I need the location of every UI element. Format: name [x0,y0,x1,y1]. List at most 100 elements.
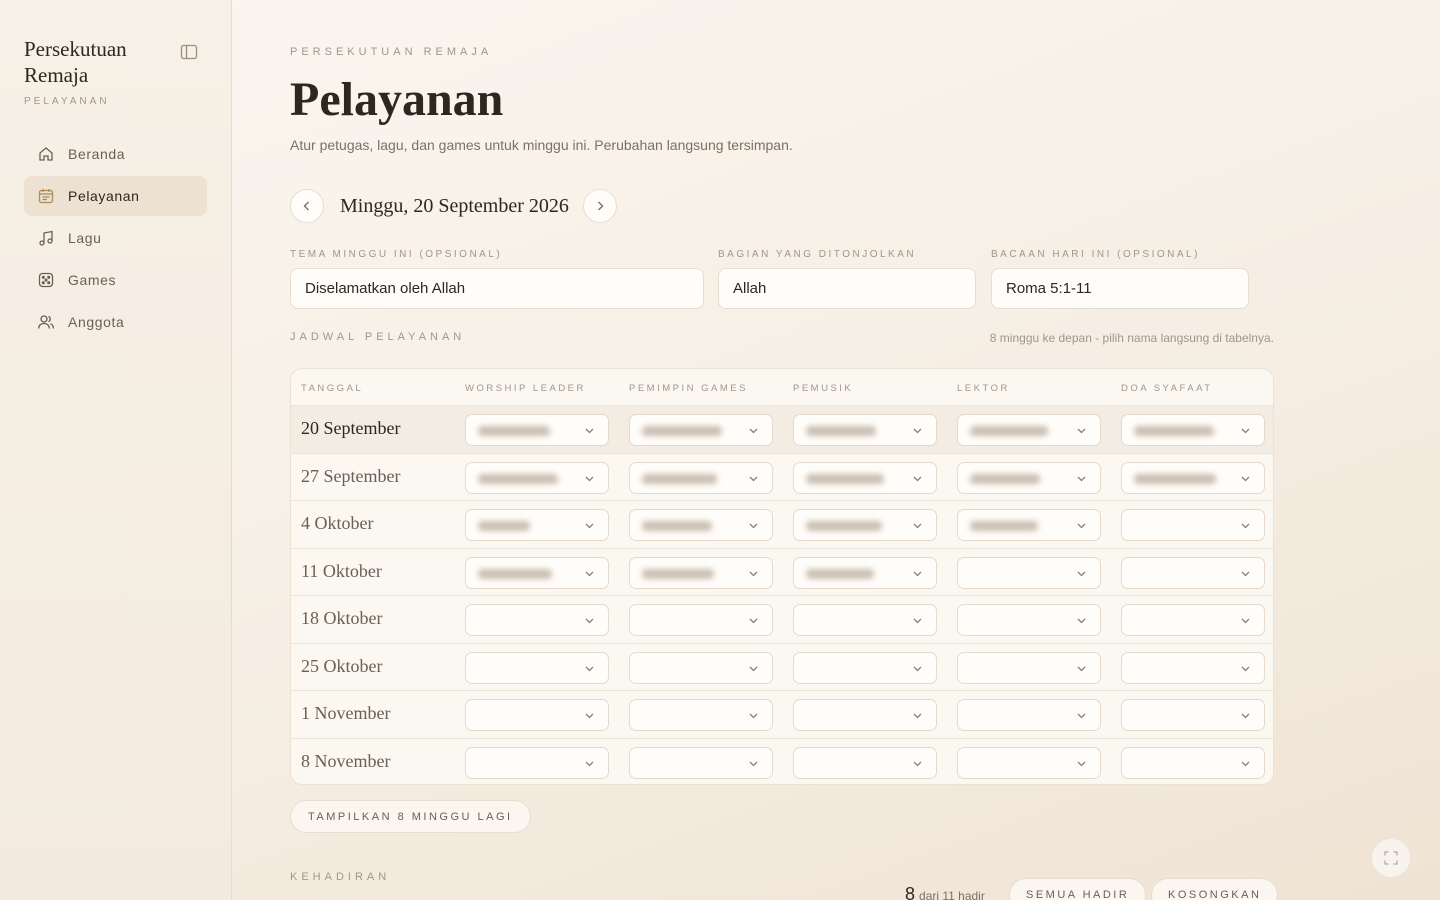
chevron-down-icon [749,523,758,529]
assignee-select[interactable] [1121,651,1265,684]
assignee-select[interactable] [793,461,937,494]
chevron-down-icon [913,618,922,624]
assignee-select[interactable] [957,509,1101,541]
sidebar-item-label: Beranda [68,146,126,162]
redacted-name [478,473,558,484]
sidebar-item-pelayanan[interactable]: Pelayanan [24,176,207,216]
assignee-select[interactable] [629,556,773,589]
assignee-select[interactable] [957,746,1101,779]
assignee-select[interactable] [793,699,937,731]
assignee-select[interactable] [629,651,773,684]
chevron-down-icon [913,476,922,481]
assignee-select[interactable] [957,604,1101,636]
redacted-name [970,473,1040,484]
assignee-select[interactable] [629,699,773,731]
chevron-down-icon [1077,523,1086,529]
assignee-select[interactable] [1121,746,1265,779]
assignee-select[interactable] [1121,699,1265,731]
chevron-down-icon [1077,761,1086,766]
redacted-name [806,426,876,436]
assignee-select[interactable] [957,556,1101,589]
assignee-select[interactable] [465,699,609,731]
assignee-select[interactable] [629,461,773,494]
assignee-select[interactable] [1121,461,1265,494]
assignee-select[interactable] [629,509,773,541]
assignee-select[interactable] [957,651,1101,684]
sidebar-item-lagu[interactable]: Lagu [24,218,207,258]
sidebar-item-beranda[interactable]: Beranda [24,134,207,174]
bagian-input[interactable]: Allah [718,268,976,309]
sidebar-item-games[interactable]: Games [24,260,207,300]
chevron-down-icon [585,618,594,624]
page-title: Pelayanan [290,73,504,126]
attendance-count-number: 8 [905,884,916,900]
all-present-button[interactable]: SEMUA HADIR [1009,878,1147,900]
assignee-select[interactable] [465,651,609,684]
schedule-hint: 8 minggu ke depan - pilih nama langsung … [989,331,1274,345]
sidebar-item-label: Pelayanan [68,188,140,204]
assignee-select[interactable] [957,461,1101,494]
assignee-select[interactable] [629,746,773,779]
row-date: 4 Oktober [301,513,374,533]
bacaan-input[interactable]: Roma 5:1-11 [991,268,1249,309]
column-header: DOA SYAFAAT [1121,383,1213,394]
bagian-label: BAGIAN YANG DITONJOLKAN [718,249,917,260]
sidebar-toggle-icon[interactable] [180,44,200,62]
redacted-name [806,521,882,531]
assignee-select[interactable] [1121,414,1265,446]
redacted-name [642,568,714,579]
sidebar-item-anggota[interactable]: Anggota [24,302,207,342]
assignee-select[interactable] [465,556,609,589]
clear-attendance-button[interactable]: KOSONGKAN [1151,878,1279,900]
assignee-select[interactable] [793,414,937,446]
assignee-select[interactable] [793,651,937,684]
chevron-down-icon [1241,713,1250,719]
chevron-down-icon [913,761,922,766]
brand-subtitle: PELAYANAN [24,96,110,107]
calendar-icon [37,187,55,205]
assignee-select[interactable] [793,604,937,636]
redacted-name [642,426,722,436]
chevron-down-icon [585,523,594,529]
assignee-select[interactable] [957,414,1101,446]
assignee-select[interactable] [465,461,609,494]
chevron-down-icon [1077,476,1086,481]
assignee-select[interactable] [1121,556,1265,589]
assignee-select[interactable] [793,509,937,541]
next-week-button[interactable] [582,189,617,223]
page-eyebrow: PERSEKUTUAN REMAJA [290,46,493,58]
attendance-title: KEHADIRAN [290,871,391,883]
show-more-weeks-button[interactable]: TAMPILKAN 8 MINGGU LAGI [290,800,531,833]
chevron-down-icon [1077,618,1086,624]
chevron-down-icon [913,571,922,576]
previous-week-button[interactable] [290,189,324,223]
assignee-select[interactable] [465,509,609,541]
current-date-label: Minggu, 20 September 2026 [340,194,569,217]
fullscreen-icon [1384,851,1398,865]
table-row: 1 November [291,691,1273,739]
assignee-select[interactable] [793,746,937,779]
tema-input[interactable]: Diselamatkan oleh Allah [290,268,704,309]
assignee-select[interactable] [1121,509,1265,541]
table-row: 20 September [291,406,1273,454]
dice-icon [37,271,55,289]
sidebar-nav: Beranda Pelayanan Lagu Games Anggota [24,134,207,344]
assignee-select[interactable] [629,604,773,636]
assignee-select[interactable] [465,604,609,636]
assignee-select[interactable] [465,414,609,446]
redacted-name [806,473,884,484]
assignee-select[interactable] [1121,604,1265,636]
table-body: 20 September 27 September 4 Oktober 11 Okto… [291,406,1273,784]
assignee-select[interactable] [629,414,773,446]
chevron-down-icon [1241,761,1250,766]
assignee-select[interactable] [465,746,609,779]
users-icon [37,313,55,331]
column-header: TANGGAL [301,383,364,394]
assignee-select[interactable] [793,556,937,589]
chevron-down-icon [749,428,758,434]
row-date: 27 September [301,465,401,486]
chevron-down-icon [585,428,594,434]
fullscreen-button[interactable] [1371,838,1411,878]
chevron-left-icon [303,201,309,211]
assignee-select[interactable] [957,699,1101,731]
